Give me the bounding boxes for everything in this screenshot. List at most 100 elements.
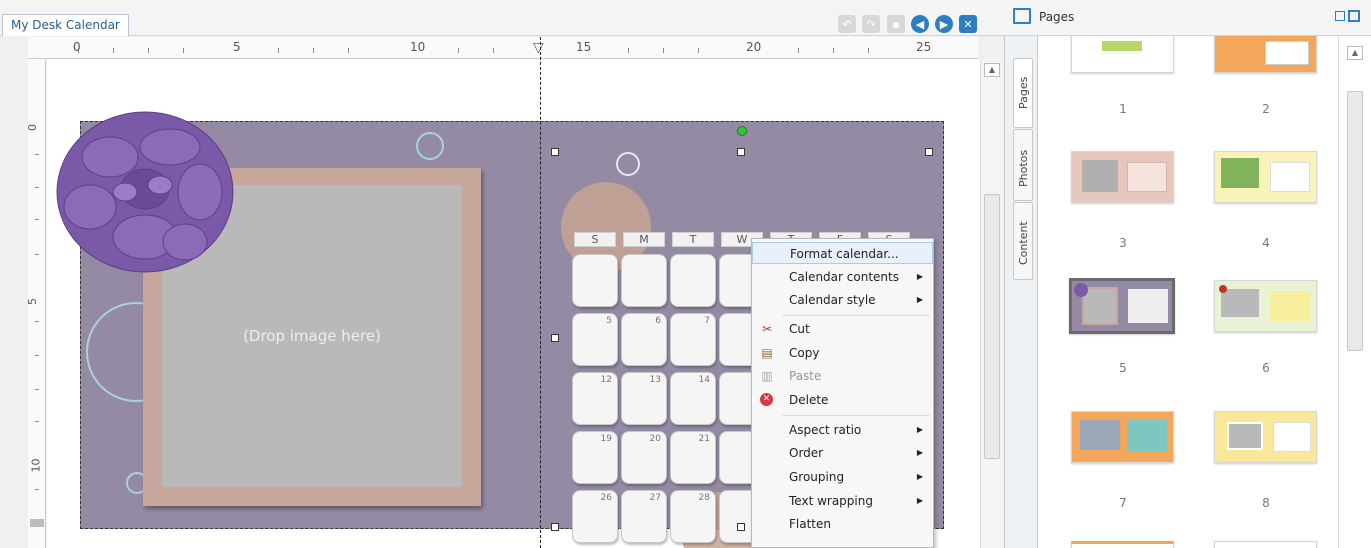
scroll-thumb[interactable]	[1347, 91, 1363, 351]
ruler-tick	[35, 421, 39, 422]
menu-item-calendar-style[interactable]: Calendar style ▶	[752, 289, 933, 311]
menu-separator	[782, 415, 930, 416]
calendar-day-cell[interactable]: 5	[572, 313, 618, 366]
submenu-arrow-icon: ▶	[916, 472, 923, 481]
page-thumbnail-3[interactable]	[1071, 151, 1174, 203]
pages-list: 1 2 3 4 5 6 7 8	[1039, 36, 1334, 548]
page-thumbnail-1[interactable]	[1071, 36, 1174, 73]
calendar-day-cell[interactable]: 20	[621, 431, 667, 484]
menu-item-label: Calendar style	[789, 293, 876, 307]
thumb-decoration	[1074, 283, 1088, 297]
resize-handle[interactable]	[737, 148, 745, 156]
calendar-day-cell[interactable]	[621, 254, 667, 307]
document-tab[interactable]: My Desk Calendar	[2, 14, 129, 36]
scroll-up-icon[interactable]: ▲	[1347, 46, 1363, 60]
thumb-decoration	[1127, 420, 1167, 452]
ruler-marker-icon[interactable]: ▽	[533, 40, 544, 56]
calendar-day-cell[interactable]: 26	[572, 490, 618, 543]
submenu-arrow-icon: ▶	[916, 496, 923, 505]
menu-item-text-wrapping[interactable]: Text wrapping ▶	[752, 490, 933, 512]
page-thumbnail-4[interactable]	[1214, 151, 1317, 203]
calendar-day-number: 7	[704, 316, 710, 326]
calendar-day-number: 12	[600, 375, 612, 385]
tab-label: Photos	[1017, 149, 1030, 187]
calendar-day-cell[interactable]: 27	[621, 490, 667, 543]
calendar-day-cell[interactable]: 28	[670, 490, 716, 543]
page-thumbnail-10[interactable]	[1214, 541, 1317, 548]
pages-scrollbar[interactable]: ▲	[1338, 36, 1371, 548]
page-thumbnail-8[interactable]	[1214, 411, 1317, 463]
flower-embellishment[interactable]	[50, 97, 240, 287]
undo-icon[interactable]: ↶	[838, 15, 856, 33]
scroll-up-icon[interactable]: ▲	[984, 63, 1000, 77]
menu-item-label: Calendar contents	[789, 270, 899, 284]
calendar-day-number: 14	[698, 375, 710, 385]
thumb-decoration	[1270, 291, 1310, 321]
redo-icon[interactable]: ↷	[862, 15, 880, 33]
ruler-tick	[35, 219, 39, 220]
menu-item-label: Paste	[789, 369, 822, 383]
menu-item-aspect-ratio[interactable]: Aspect ratio ▶	[752, 419, 933, 441]
resize-handle[interactable]	[551, 148, 559, 156]
ruler-tick	[35, 321, 39, 322]
calendar-day-cell[interactable]: 12	[572, 372, 618, 425]
tab-pages[interactable]: Pages	[1013, 58, 1033, 128]
menu-item-label: Copy	[789, 346, 820, 360]
page-thumbnail-9[interactable]	[1071, 541, 1174, 548]
page-thumbnail-2[interactable]	[1214, 36, 1317, 73]
calendar-day-cell[interactable]	[670, 254, 716, 307]
menu-item-label: Order	[789, 446, 824, 460]
calendar-day-cell[interactable]: 13	[621, 372, 667, 425]
page-thumbnail-7[interactable]	[1071, 411, 1174, 463]
calendar-day-cell[interactable]: 6	[621, 313, 667, 366]
menu-item-delete[interactable]: ✕ Delete	[752, 389, 933, 411]
layout-single-icon[interactable]	[1335, 11, 1345, 21]
scissors-icon: ✂	[761, 322, 773, 336]
layout-double-icon[interactable]	[1348, 10, 1360, 22]
horizontal-ruler: 0 5 10 ▽ 15 20 25	[28, 37, 978, 59]
menu-item-order[interactable]: Order ▶	[752, 442, 933, 464]
calendar-day-cell[interactable]: 7	[670, 313, 716, 366]
thumb-decoration	[1270, 162, 1310, 192]
canvas-scrollbar[interactable]: ▲	[980, 59, 1002, 548]
ruler-label: 0	[26, 124, 39, 131]
scroll-thumb[interactable]	[984, 194, 1000, 459]
rotate-handle[interactable]	[737, 126, 747, 136]
submenu-arrow-icon: ▶	[916, 272, 923, 281]
thumb-decoration	[1221, 158, 1259, 188]
resize-handle[interactable]	[551, 523, 559, 531]
tab-label: Pages	[1017, 76, 1030, 109]
ruler-tick	[35, 154, 39, 155]
side-tab-strip: Pages Photos Content	[1005, 36, 1038, 548]
menu-item-paste[interactable]: ▥ Paste	[752, 365, 933, 387]
calendar-day-cell[interactable]: 21	[670, 431, 716, 484]
calendar-day-cell[interactable]	[572, 254, 618, 307]
page-number: 2	[1262, 102, 1270, 116]
next-page-icon[interactable]: ▶	[935, 15, 953, 33]
tab-photos[interactable]: Photos	[1013, 129, 1033, 201]
resize-handle[interactable]	[737, 523, 745, 531]
menu-item-cut[interactable]: ✂ Cut	[752, 318, 933, 340]
close-icon[interactable]: ✕	[959, 15, 977, 33]
calendar-day-cell[interactable]: 19	[572, 431, 618, 484]
menu-item-grouping[interactable]: Grouping ▶	[752, 466, 933, 488]
menu-item-format-calendar[interactable]: Format calendar...	[752, 242, 933, 264]
thumb-decoration	[1127, 162, 1167, 192]
resize-handle[interactable]	[925, 148, 933, 156]
tab-content[interactable]: Content	[1013, 202, 1033, 280]
thumb-decoration	[1082, 160, 1118, 192]
thumb-decoration	[1221, 289, 1259, 317]
menu-item-copy[interactable]: ▤ Copy	[752, 342, 933, 364]
ruler-marker[interactable]	[30, 519, 44, 527]
ruler-tick	[348, 48, 349, 53]
calendar-day-cell[interactable]: 14	[670, 372, 716, 425]
menu-item-calendar-contents[interactable]: Calendar contents ▶	[752, 266, 933, 288]
page-thumbnail-6[interactable]	[1214, 280, 1317, 332]
resize-handle[interactable]	[551, 334, 559, 342]
previous-page-icon[interactable]: ◀	[911, 15, 929, 33]
save-icon[interactable]: ▪	[887, 15, 905, 33]
ruler-label: 10	[29, 458, 43, 473]
ruler-tick	[148, 48, 149, 53]
menu-item-flatten[interactable]: Flatten	[752, 513, 933, 535]
page-thumbnail-5[interactable]	[1069, 278, 1175, 334]
